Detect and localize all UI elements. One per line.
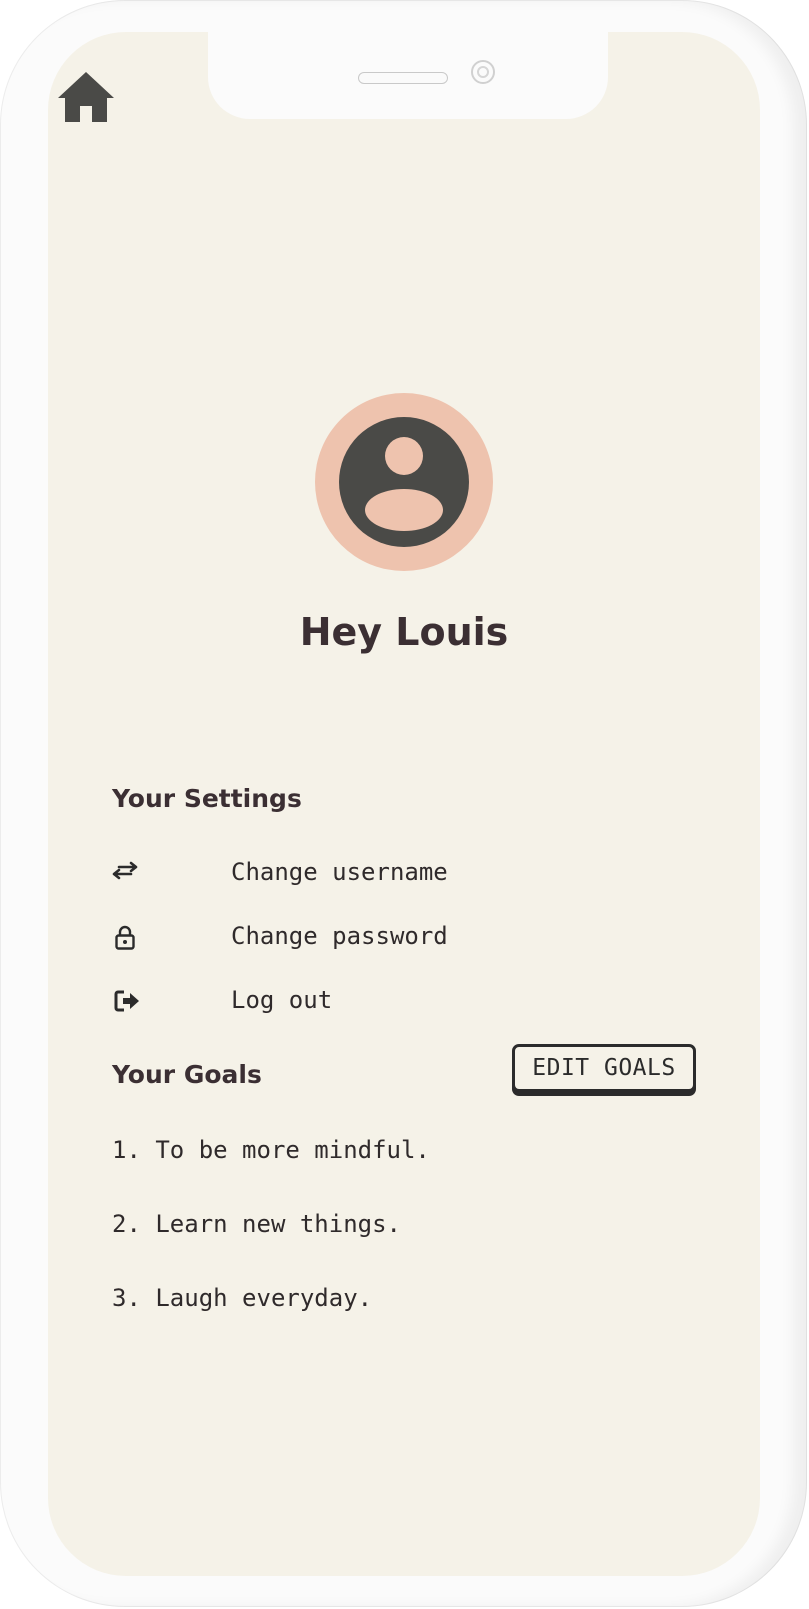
goals-section-title: Your Goals (112, 1060, 262, 1089)
user-circle-icon (315, 393, 493, 571)
home-button[interactable] (56, 70, 116, 126)
speaker-grille (358, 72, 448, 84)
notch (208, 32, 608, 119)
avatar (315, 393, 493, 571)
lock-icon (115, 925, 135, 950)
goal-item: 2. Learn new things. (112, 1210, 401, 1238)
goal-item: 1. To be more mindful. (112, 1136, 430, 1164)
logout-item[interactable]: Log out (112, 986, 512, 1026)
swap-arrows-icon (112, 861, 138, 880)
change-username-item[interactable]: Change username (112, 858, 512, 898)
phone-frame: Hey Louis Your Settings Change username … (0, 0, 807, 1607)
edit-goals-button[interactable]: EDIT GOALS (512, 1044, 696, 1092)
app-screen: Hey Louis Your Settings Change username … (48, 32, 760, 1576)
change-username-label: Change username (231, 858, 448, 886)
change-password-item[interactable]: Change password (112, 922, 512, 962)
front-camera (471, 60, 495, 84)
change-password-label: Change password (231, 922, 448, 950)
home-icon (58, 72, 114, 122)
settings-section-title: Your Settings (112, 784, 302, 813)
goal-item: 3. Laugh everyday. (112, 1284, 373, 1312)
logout-icon (114, 990, 139, 1012)
greeting-title: Hey Louis (299, 610, 509, 654)
logout-label: Log out (231, 986, 333, 1014)
